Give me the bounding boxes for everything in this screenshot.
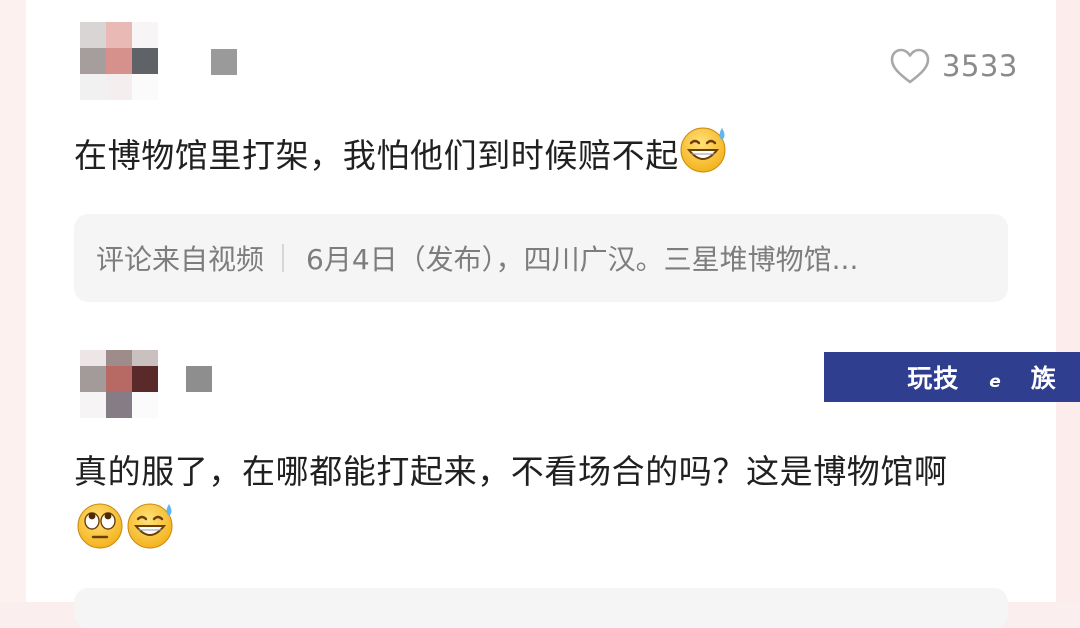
page-margin-right <box>1056 0 1080 602</box>
avatar[interactable] <box>80 350 160 418</box>
username[interactable] <box>186 366 212 392</box>
watermark-text: 玩技 e 族 <box>907 364 1057 393</box>
heart-icon <box>890 48 930 84</box>
source-video-bar[interactable]: 评论来自视频 6月4日（发布），四川广汉。三星堆博物馆... <box>74 214 1008 302</box>
grinning-sweat-emoji <box>126 500 178 567</box>
next-comment-preview <box>74 588 1008 628</box>
like-count: 3533 <box>942 49 1018 83</box>
avatar[interactable] <box>80 22 160 102</box>
divider <box>282 244 285 272</box>
rolling-eyes-emoji <box>74 500 126 567</box>
comment-text: 真的服了，在哪都能打起来，不看场合的吗？这是博物馆啊 <box>74 444 994 567</box>
comment-text-content: 真的服了，在哪都能打起来，不看场合的吗？这是博物馆啊 <box>74 452 948 491</box>
comment-text-content: 在博物馆里打架，我怕他们到时候赔不起 <box>74 136 679 175</box>
source-video-title: 6月4日（发布），四川广汉。三星堆博物馆... <box>306 243 859 276</box>
username[interactable] <box>211 49 237 75</box>
source-label: 评论来自视频 <box>96 243 265 276</box>
comment-text: 在博物馆里打架，我怕他们到时候赔不起 <box>74 124 731 191</box>
like-button[interactable]: 3533 <box>888 44 1018 88</box>
watermark-logo: 玩技 e 族 <box>824 352 1080 402</box>
grinning-sweat-emoji <box>679 124 731 191</box>
page-margin-left <box>0 0 26 602</box>
